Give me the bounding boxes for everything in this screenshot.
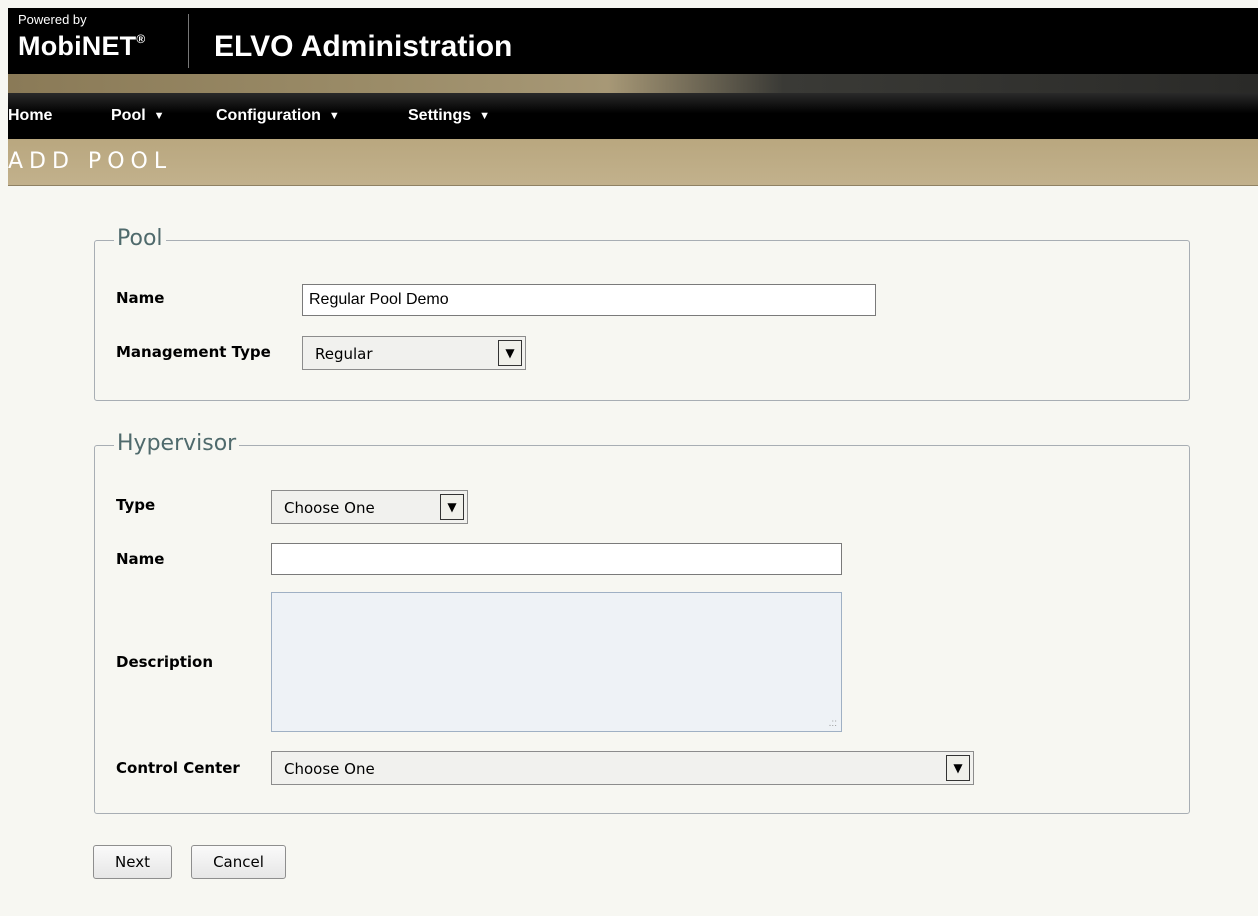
cancel-button[interactable]: Cancel	[191, 845, 286, 879]
management-type-select[interactable]: Regular ▼	[302, 336, 526, 370]
next-button[interactable]: Next	[93, 845, 172, 879]
nav-pool-label: Pool	[111, 107, 146, 124]
nav-configuration[interactable]: Configuration ▼	[216, 107, 340, 125]
control-center-select[interactable]: Choose One ▼	[271, 751, 974, 785]
registered-mark: ®	[136, 32, 146, 46]
control-center-value: Choose One	[284, 760, 375, 778]
dropdown-arrow-icon[interactable]: ▼	[498, 340, 522, 366]
pool-name-input[interactable]: Regular Pool Demo	[302, 284, 876, 316]
hypervisor-legend: Hypervisor	[114, 431, 240, 456]
page-title: ADD POOL	[8, 149, 173, 174]
description-label: Description	[116, 653, 214, 671]
chevron-down-icon: ▼	[479, 110, 491, 122]
header-decorative-strip	[8, 74, 1258, 93]
management-type-label: Management Type	[116, 343, 271, 361]
chevron-down-icon: ▼	[153, 110, 165, 122]
header-divider	[188, 14, 189, 68]
nav-configuration-label: Configuration	[216, 107, 321, 124]
powered-by-text: Powered by	[18, 12, 87, 27]
brand-logo: MobiNET®	[18, 31, 145, 62]
nav-home[interactable]: Home	[8, 107, 52, 125]
hypervisor-type-label: Type	[116, 496, 156, 514]
app-title: ELVO Administration	[214, 30, 513, 63]
brand-name: MobiNET	[18, 31, 137, 61]
dropdown-arrow-icon[interactable]: ▼	[440, 494, 464, 520]
hypervisor-name-input[interactable]	[271, 543, 842, 575]
nav-settings-label: Settings	[408, 107, 472, 124]
description-textarea[interactable]: .::	[271, 592, 842, 732]
main-nav: Home Pool ▼ Configuration ▼ Settings ▼	[8, 93, 1258, 139]
resize-handle-icon[interactable]: .::	[829, 718, 837, 729]
hypervisor-type-select[interactable]: Choose One ▼	[271, 490, 468, 524]
app-header: Powered by MobiNET® ELVO Administration	[8, 8, 1258, 74]
page-title-band: ADD POOL	[8, 139, 1258, 186]
chevron-down-icon: ▼	[328, 110, 340, 122]
nav-home-label: Home	[8, 107, 53, 124]
nav-pool[interactable]: Pool ▼	[111, 107, 165, 125]
pool-name-label: Name	[116, 289, 165, 307]
control-center-label: Control Center	[116, 759, 240, 777]
pool-fieldset	[94, 240, 1190, 401]
management-type-value: Regular	[315, 345, 373, 363]
pool-legend: Pool	[114, 226, 166, 251]
hypervisor-name-label: Name	[116, 550, 165, 568]
hypervisor-type-value: Choose One	[284, 499, 375, 517]
nav-settings[interactable]: Settings ▼	[408, 107, 490, 125]
dropdown-arrow-icon[interactable]: ▼	[946, 755, 970, 781]
